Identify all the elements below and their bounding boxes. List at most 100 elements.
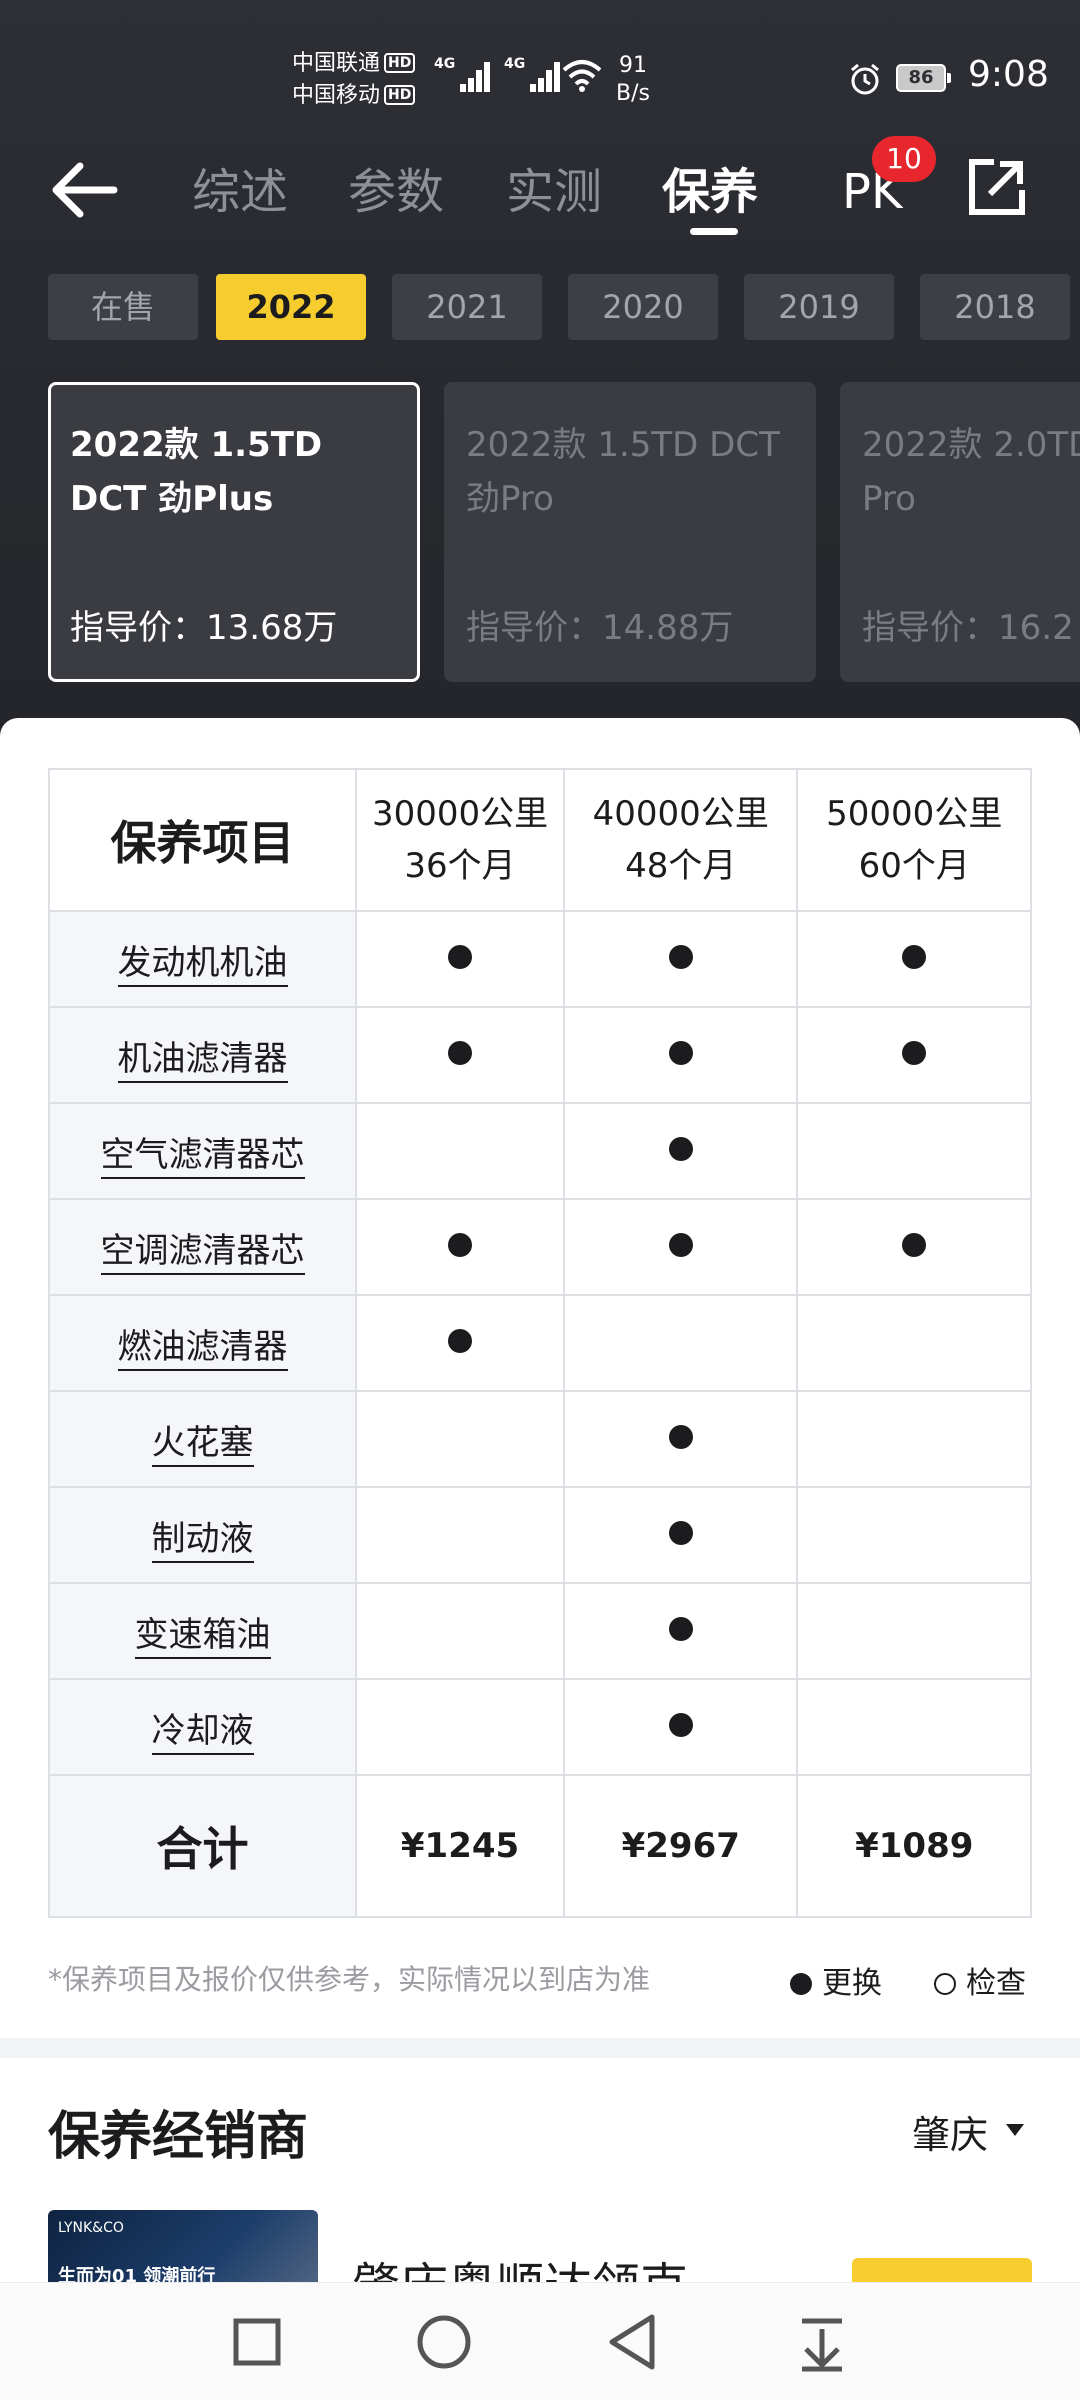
model-price: 指导价：13.68万 <box>70 608 338 648</box>
model-price: 指导价：14.88万 <box>466 608 734 648</box>
interval-header: 50000公里 60个月 <box>796 768 1032 912</box>
status-bar: 中国联通 HD 中国移动 HD 4G 4G 91 B/s 86 9:08 <box>0 0 1080 150</box>
maintenance-item[interactable]: 火花塞 <box>48 1390 358 1488</box>
interval-header: 40000公里 48个月 <box>563 768 799 912</box>
year-chip-2020[interactable]: 2020 <box>568 274 718 340</box>
maintenance-mark-cell <box>796 1390 1032 1488</box>
table-row: 空气滤清器芯 <box>48 1102 1032 1200</box>
model-card[interactable]: 2022款 1.5TD DCT 劲Plus 指导价：13.68万 <box>48 382 420 682</box>
replace-dot-icon <box>902 1233 927 1257</box>
dealer-section-title: 保养经销商 <box>48 2107 309 2167</box>
maintenance-item[interactable]: 冷却液 <box>48 1678 358 1776</box>
legend-check: 检查 <box>934 1958 1026 2002</box>
model-name: 2022款 1.5TD DCT 劲Pro <box>466 425 780 519</box>
model-card[interactable]: 2022款 1.5TD DCT 劲Pro 指导价：14.88万 <box>444 382 816 682</box>
year-chip-2021[interactable]: 2021 <box>392 274 542 340</box>
total-price: ¥1245 <box>355 1774 566 1918</box>
maintenance-mark-cell <box>796 1294 1032 1392</box>
maintenance-item[interactable]: 变速箱油 <box>48 1582 358 1680</box>
maintenance-mark-cell <box>796 1102 1032 1200</box>
replace-dot-icon <box>668 1521 693 1545</box>
legend-replace: 更换 <box>790 1958 882 2002</box>
caret-down-icon[interactable] <box>1006 2124 1024 2136</box>
maintenance-mark-cell <box>563 1294 799 1392</box>
maintenance-mark-cell <box>355 1390 566 1488</box>
maintenance-mark-cell <box>563 910 799 1008</box>
replace-dot-icon <box>668 1425 693 1449</box>
alarm-icon <box>851 63 879 95</box>
maintenance-item[interactable]: 制动液 <box>48 1486 358 1584</box>
clock: 9:08 <box>968 54 1049 95</box>
table-row: 机油滤清器 <box>48 1006 1032 1104</box>
maintenance-mark-cell <box>355 1006 566 1104</box>
maintenance-panel: 保养项目 30000公里 36个月 40000公里 48个月 50000公里 60个月… <box>0 718 1080 2038</box>
maintenance-item[interactable]: 空气滤清器芯 <box>48 1102 358 1200</box>
battery-indicator: 86 <box>896 64 951 92</box>
replace-dot-icon <box>448 945 473 969</box>
maintenance-table: 保养项目 30000公里 36个月 40000公里 48个月 50000公里 60个月… <box>48 768 1032 1918</box>
total-row: 合计 ¥1245 ¥2967 ¥1089 <box>48 1774 1032 1918</box>
wifi-icon <box>562 60 602 92</box>
maintenance-mark-cell <box>796 910 1032 1008</box>
year-chip-2022[interactable]: 2022 <box>216 274 366 340</box>
replace-dot-icon <box>902 945 927 969</box>
replace-dot-icon <box>668 945 693 969</box>
tab-maintenance[interactable]: 保养 <box>662 156 758 228</box>
maintenance-mark-cell <box>563 1486 799 1584</box>
maintenance-mark-cell <box>563 1390 799 1488</box>
maintenance-table-scroll[interactable]: 保养项目 30000公里 36个月 40000公里 48个月 50000公里 60个月… <box>48 768 1032 1918</box>
replace-dot-icon <box>448 1041 473 1065</box>
maintenance-mark-cell <box>355 1678 566 1776</box>
total-price: ¥1089 <box>796 1774 1032 1918</box>
city-selector[interactable]: 肇庆 <box>912 2104 988 2159</box>
table-row: 变速箱油 <box>48 1582 1032 1680</box>
table-row: 火花塞 <box>48 1390 1032 1488</box>
maintenance-mark-cell <box>796 1678 1032 1776</box>
maintenance-item[interactable]: 发动机机油 <box>48 910 358 1008</box>
pk-count-badge: 10 <box>872 136 936 182</box>
maintenance-item[interactable]: 机油滤清器 <box>48 1006 358 1104</box>
replace-dot-icon <box>448 1329 473 1353</box>
disclaimer-note: *保养项目及报价仅供参考，实际情况以到店为准 <box>48 1963 651 1996</box>
year-chip-2018[interactable]: 2018 <box>920 274 1070 340</box>
maintenance-mark-cell <box>355 1294 566 1392</box>
home-icon[interactable] <box>404 2283 484 2400</box>
replace-dot-icon <box>668 1617 693 1641</box>
interval-header: 30000公里 36个月 <box>355 768 566 912</box>
maintenance-mark-cell <box>563 1582 799 1680</box>
maintenance-mark-cell <box>796 1198 1032 1296</box>
signal-icon: 4G <box>504 56 560 92</box>
system-nav-bar <box>0 2282 1080 2400</box>
replace-dot-icon <box>668 1041 693 1065</box>
tab-overview[interactable]: 综述 <box>192 156 288 228</box>
carrier-2: 中国移动 <box>292 83 381 108</box>
maintenance-mark-cell <box>563 1198 799 1296</box>
model-card[interactable]: 2022款 2.0TD 劲Pro 指导价：16.2 <box>840 382 1080 682</box>
maintenance-mark-cell <box>355 1582 566 1680</box>
tab-params[interactable]: 参数 <box>348 156 444 228</box>
table-row: 空调滤清器芯 <box>48 1198 1032 1296</box>
hd-badge: HD <box>384 53 416 73</box>
signal-icon: 4G <box>434 56 490 92</box>
maintenance-mark-cell <box>355 910 566 1008</box>
year-chip-2019[interactable]: 2019 <box>744 274 894 340</box>
recents-icon[interactable] <box>216 2283 296 2400</box>
network-speed: 91 B/s <box>616 53 650 106</box>
model-name: 2022款 1.5TD DCT 劲Plus <box>70 425 323 519</box>
maintenance-mark-cell <box>796 1486 1032 1584</box>
maintenance-mark-cell <box>796 1006 1032 1104</box>
table-row: 燃油滤清器 <box>48 1294 1032 1392</box>
replace-dot-icon <box>902 1041 927 1065</box>
maintenance-mark-cell <box>355 1486 566 1584</box>
year-chip-on-sale[interactable]: 在售 <box>48 274 198 340</box>
back-nav-icon[interactable] <box>594 2283 674 2400</box>
total-label: 合计 <box>48 1774 358 1918</box>
maintenance-item[interactable]: 空调滤清器芯 <box>48 1198 358 1296</box>
table-row: 冷却液 <box>48 1678 1032 1776</box>
tab-test[interactable]: 实测 <box>506 156 602 228</box>
dropdown-nav-icon[interactable] <box>782 2283 862 2400</box>
table-row: 制动液 <box>48 1486 1032 1584</box>
share-icon[interactable] <box>966 156 1028 218</box>
maintenance-item[interactable]: 燃油滤清器 <box>48 1294 358 1392</box>
table-corner-header: 保养项目 <box>48 768 358 912</box>
